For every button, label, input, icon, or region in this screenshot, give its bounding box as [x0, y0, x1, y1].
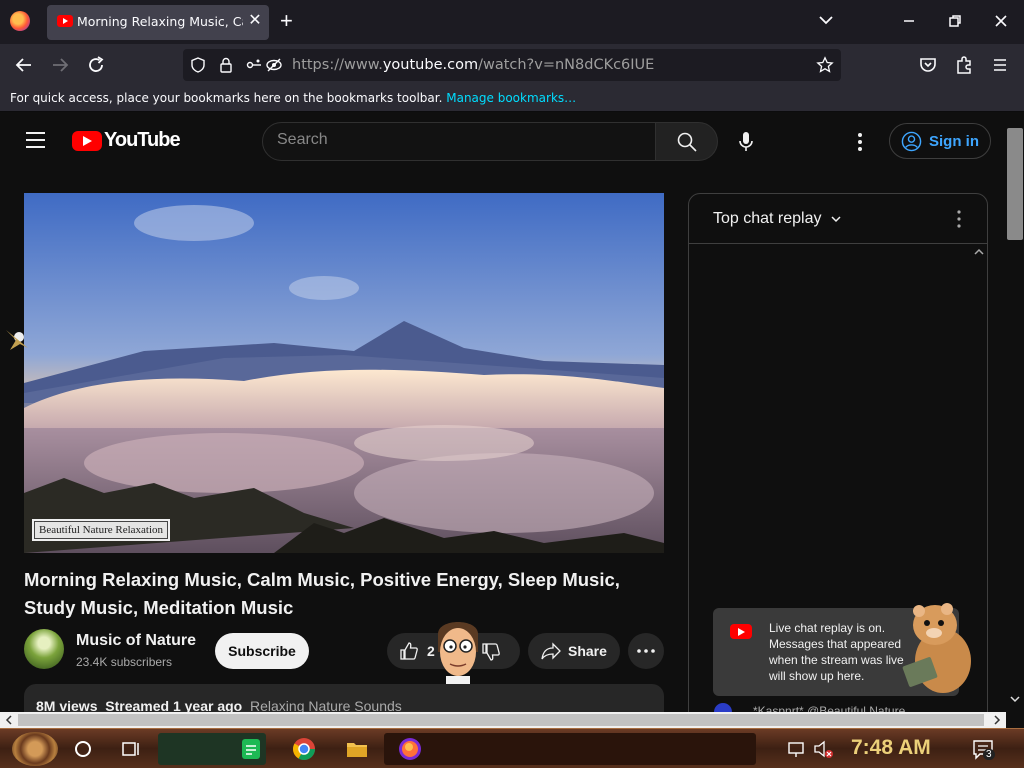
- guide-menu-icon[interactable]: [26, 132, 46, 148]
- taskbar-running-group: [384, 733, 756, 765]
- share-label: Share: [568, 643, 607, 659]
- scroll-down-arrow-icon[interactable]: [1010, 694, 1020, 704]
- list-all-tabs-chevron-icon[interactable]: [816, 10, 836, 30]
- chat-title: Top chat replay: [713, 210, 822, 227]
- chat-scroll-up-icon[interactable]: [973, 246, 985, 258]
- manage-bookmarks-link[interactable]: Manage bookmarks…: [446, 91, 576, 105]
- microphone-icon[interactable]: [733, 129, 759, 155]
- account-icon: [901, 131, 922, 152]
- video-frame-mountain-clouds: [24, 193, 664, 553]
- shield-icon[interactable]: [189, 56, 207, 74]
- address-bar[interactable]: https://www.youtube.com/watch?v=nN8dCKc6…: [183, 49, 841, 81]
- browser-nav-bar: https://www.youtube.com/watch?v=nN8dCKc6…: [0, 44, 1024, 86]
- notes-app-icon[interactable]: [238, 736, 264, 762]
- taskbar-clock[interactable]: 7:48 AM: [851, 736, 931, 760]
- stream-date: Streamed 1 year ago: [105, 698, 243, 712]
- desktop-cursor-critter: [6, 330, 28, 350]
- bookmarks-hint: For quick access, place your bookmarks h…: [10, 91, 577, 105]
- search-input[interactable]: [277, 131, 637, 149]
- browser-tab-active[interactable]: Morning Relaxing Music, Calm ✕: [47, 5, 269, 40]
- youtube-notice-icon: [730, 624, 752, 639]
- share-button[interactable]: Share: [528, 633, 620, 669]
- chrome-icon[interactable]: [291, 736, 317, 762]
- description-tag[interactable]: Relaxing Nature Sounds: [250, 698, 402, 712]
- notification-count-badge: 3: [983, 749, 995, 760]
- subscribe-button[interactable]: Subscribe: [215, 633, 309, 669]
- search-box[interactable]: [262, 122, 656, 161]
- browser-tab-bar: Morning Relaxing Music, Calm ✕ +: [0, 0, 1024, 44]
- youtube-logo-icon[interactable]: [72, 131, 102, 151]
- search-button[interactable]: [655, 122, 718, 161]
- description-box[interactable]: 8M views Streamed 1 year ago Relaxing Na…: [24, 684, 664, 712]
- page-horizontal-scrollbar[interactable]: [0, 712, 1006, 728]
- tracking-blocked-icon[interactable]: [265, 56, 283, 74]
- reload-icon[interactable]: [84, 53, 108, 77]
- thumbs-up-icon[interactable]: [399, 641, 419, 661]
- view-count: 8M views: [36, 698, 98, 712]
- tab-close-icon[interactable]: ✕: [246, 11, 264, 31]
- lock-icon[interactable]: [217, 56, 235, 74]
- description-meta: 8M views Streamed 1 year ago Relaxing Na…: [36, 698, 402, 712]
- channel-name[interactable]: Music of Nature: [76, 632, 196, 650]
- bookmarks-toolbar: For quick access, place your bookmarks h…: [0, 86, 1024, 112]
- video-title: Morning Relaxing Music, Calm Music, Posi…: [24, 569, 620, 618]
- chat-mode-dropdown[interactable]: Top chat replay: [713, 210, 842, 228]
- youtube-favicon-icon: [57, 15, 73, 27]
- more-actions-button[interactable]: [628, 633, 664, 669]
- volume-muted-icon[interactable]: [810, 736, 836, 762]
- thumbs-down-icon[interactable]: [481, 642, 501, 662]
- bookmark-star-icon[interactable]: [816, 56, 834, 74]
- network-icon[interactable]: [784, 736, 810, 762]
- sign-in-label: Sign in: [929, 133, 979, 150]
- windows-taskbar: 7:48 AM 3: [0, 728, 1024, 768]
- chat-author-avatar: [714, 703, 732, 712]
- settings-kebab-icon[interactable]: [850, 129, 870, 155]
- firefox-icon[interactable]: [10, 11, 30, 31]
- chat-replay-panel: Top chat replay Live chat replay is on. …: [688, 193, 988, 712]
- more-horizontal-icon: [637, 649, 655, 653]
- start-button-icon[interactable]: [12, 732, 58, 766]
- file-explorer-icon[interactable]: [344, 736, 370, 762]
- subscriber-count: 23.4K subscribers: [76, 655, 173, 669]
- video-watermark: Beautiful Nature Relaxation: [32, 519, 171, 541]
- vertical-scroll-thumb[interactable]: [1007, 128, 1023, 240]
- chevron-down-icon: [831, 216, 841, 222]
- task-view-icon[interactable]: [117, 736, 143, 762]
- desktop-hamster-character: [902, 603, 971, 693]
- scroll-right-arrow-icon[interactable]: [992, 715, 1002, 725]
- share-arrow-icon: [541, 642, 561, 660]
- firefox-taskbar-icon[interactable]: [397, 736, 423, 762]
- search-icon: [677, 132, 697, 152]
- channel-avatar[interactable]: [24, 629, 64, 669]
- restore-icon[interactable]: [940, 8, 970, 36]
- video-player[interactable]: Beautiful Nature Relaxation: [24, 193, 664, 553]
- permissions-icon[interactable]: [245, 56, 263, 74]
- url-text[interactable]: https://www.youtube.com/watch?v=nN8dCKc6…: [292, 57, 654, 73]
- app-menu-icon[interactable]: [988, 53, 1012, 77]
- cortana-circle-icon[interactable]: [70, 736, 96, 762]
- minimize-icon[interactable]: [894, 8, 924, 36]
- forward-arrow-icon[interactable]: [48, 53, 72, 77]
- youtube-page: YouTube Sign in: [0, 112, 1006, 712]
- chat-author-preview: *Kaspnrt* @Beautiful Nature: [753, 704, 906, 712]
- back-arrow-icon[interactable]: [12, 53, 36, 77]
- youtube-logo-text[interactable]: YouTube: [104, 129, 181, 152]
- chat-kebab-icon[interactable]: [951, 208, 967, 230]
- close-window-icon[interactable]: [986, 8, 1016, 36]
- chat-header: Top chat replay: [689, 194, 987, 244]
- scroll-left-arrow-icon[interactable]: [4, 715, 14, 725]
- extensions-icon[interactable]: [952, 53, 976, 77]
- horizontal-scroll-thumb[interactable]: [18, 714, 984, 726]
- sign-in-button[interactable]: Sign in: [889, 123, 991, 159]
- pocket-icon[interactable]: [916, 53, 940, 77]
- new-tab-button[interactable]: +: [280, 9, 293, 33]
- tab-title: Morning Relaxing Music, Calm: [77, 14, 243, 29]
- page-vertical-scrollbar[interactable]: [1006, 112, 1024, 712]
